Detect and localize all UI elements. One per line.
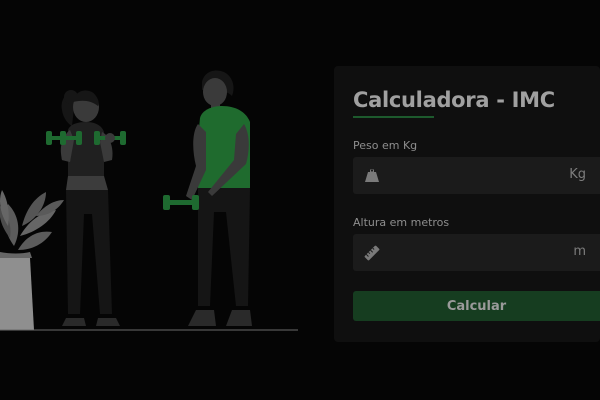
calculate-button[interactable]: Calcular — [353, 291, 600, 321]
dumbbell-icon — [163, 195, 199, 210]
ruler-icon — [364, 245, 380, 261]
title-underline — [353, 116, 434, 118]
woman-figure — [60, 90, 120, 326]
weight-input[interactable] — [387, 157, 557, 194]
weight-icon — [365, 169, 379, 182]
plant-icon — [0, 190, 64, 330]
page-title: Calculadora - IMC — [353, 88, 555, 112]
height-label: Altura em metros — [353, 216, 450, 229]
weight-label: Peso em Kg — [353, 139, 418, 152]
imc-calculator-card: Calculadora - IMC Peso em Kg Kg Altura e… — [334, 66, 600, 342]
weight-field[interactable]: Kg — [353, 157, 600, 194]
height-input[interactable] — [387, 234, 557, 271]
weight-unit: Kg — [569, 167, 586, 182]
height-field[interactable]: m — [353, 234, 600, 271]
height-unit: m — [573, 244, 586, 259]
dumbbell-icon — [46, 131, 82, 145]
dumbbell-icon — [94, 131, 126, 145]
fitness-illustration — [0, 70, 298, 331]
